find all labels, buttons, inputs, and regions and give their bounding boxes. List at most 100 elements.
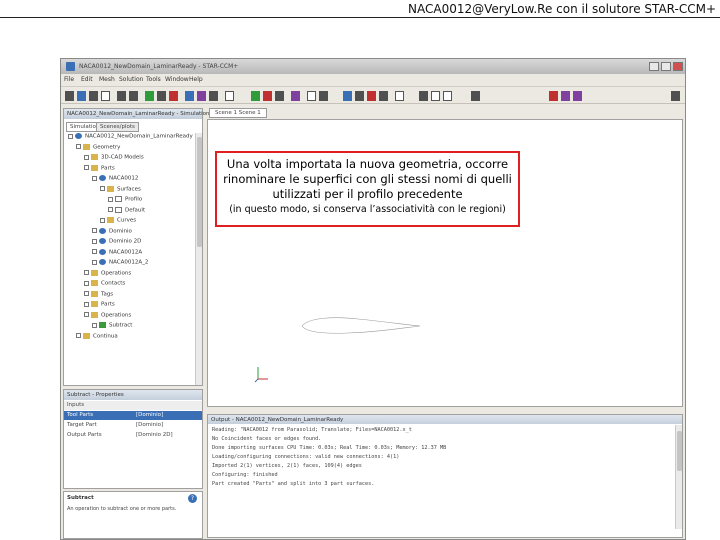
expand-toggle-icon[interactable] bbox=[100, 186, 105, 191]
tree-item[interactable]: Surfaces bbox=[100, 185, 141, 196]
property-row-tool-parts[interactable]: Tool Parts [Dominio] bbox=[64, 411, 202, 420]
tree-item-label: Operations bbox=[101, 312, 132, 318]
tree-item[interactable]: Parts bbox=[84, 164, 115, 175]
stop-icon[interactable] bbox=[169, 91, 178, 101]
view-icon[interactable] bbox=[291, 91, 300, 101]
delete-icon[interactable] bbox=[549, 91, 558, 101]
expand-toggle-icon[interactable] bbox=[92, 249, 97, 254]
expand-toggle-icon[interactable] bbox=[84, 280, 89, 286]
toolbar-menu-icon[interactable] bbox=[671, 91, 680, 101]
expand-toggle-icon[interactable] bbox=[92, 238, 97, 244]
tree-item[interactable]: Operations bbox=[84, 269, 131, 280]
pan-icon[interactable] bbox=[355, 91, 364, 101]
arrow-right-icon[interactable] bbox=[379, 91, 388, 101]
run-icon[interactable] bbox=[145, 91, 154, 101]
arrow-left-icon[interactable] bbox=[367, 91, 376, 101]
expand-toggle-icon[interactable] bbox=[92, 322, 97, 328]
tree-item[interactable]: Contacts bbox=[84, 280, 125, 290]
expand-toggle-icon[interactable] bbox=[92, 175, 97, 181]
bar-3-icon[interactable] bbox=[443, 91, 452, 101]
bar-2-icon[interactable] bbox=[431, 91, 440, 101]
expand-toggle-icon[interactable] bbox=[84, 312, 89, 317]
tree-item[interactable]: NACA0012A_2 bbox=[92, 259, 148, 269]
zoom-icon[interactable] bbox=[319, 91, 328, 101]
expand-toggle-icon[interactable] bbox=[108, 196, 113, 202]
app-icon bbox=[66, 62, 75, 71]
menu-tools[interactable]: Tools bbox=[146, 76, 161, 83]
menu-mesh[interactable]: Mesh bbox=[99, 76, 115, 83]
output-scrollbar-thumb[interactable] bbox=[677, 431, 682, 471]
help-icon[interactable]: ? bbox=[188, 494, 197, 503]
walk-icon[interactable] bbox=[561, 91, 570, 101]
expand-toggle-icon[interactable] bbox=[108, 207, 113, 212]
tree-item[interactable]: Geometry bbox=[76, 143, 120, 154]
new-icon[interactable] bbox=[65, 91, 74, 101]
pause-icon[interactable] bbox=[157, 91, 166, 101]
tree-item[interactable]: Operations bbox=[84, 311, 132, 322]
expand-toggle-icon[interactable] bbox=[92, 259, 97, 265]
menu-help[interactable]: Help bbox=[189, 76, 203, 83]
part-icon bbox=[99, 227, 106, 234]
tree-item[interactable]: Parts bbox=[84, 301, 115, 311]
maximize-button[interactable] bbox=[661, 62, 671, 71]
tree-scrollbar[interactable] bbox=[195, 133, 202, 385]
bar-1-icon[interactable] bbox=[419, 91, 428, 101]
tree-item[interactable]: NACA0012 bbox=[92, 175, 138, 185]
save-icon[interactable] bbox=[89, 91, 98, 101]
expand-toggle-icon[interactable] bbox=[92, 228, 97, 233]
menu-edit[interactable]: Edit bbox=[81, 76, 93, 83]
expand-toggle-icon[interactable] bbox=[68, 133, 73, 139]
select-icon[interactable] bbox=[307, 91, 316, 101]
tree-item-label: Profilo bbox=[125, 196, 143, 203]
tree-item[interactable]: NACA0012A bbox=[92, 248, 142, 259]
output-scrollbar[interactable] bbox=[675, 425, 682, 529]
redo-icon[interactable] bbox=[129, 91, 138, 101]
mesh-icon[interactable] bbox=[185, 91, 194, 101]
properties-group[interactable]: Inputs bbox=[64, 401, 202, 410]
expand-toggle-icon[interactable] bbox=[84, 291, 89, 296]
tree-item[interactable]: Profilo bbox=[108, 196, 142, 206]
open-icon[interactable] bbox=[77, 91, 86, 101]
tab-scenes-plots[interactable]: Scenes/plots bbox=[96, 122, 139, 132]
menu-window[interactable]: Window bbox=[165, 76, 189, 83]
walk-alt-icon[interactable] bbox=[573, 91, 582, 101]
clear-icon[interactable] bbox=[263, 91, 272, 101]
properties-panel: Subtract - Properties Inputs Tool Parts … bbox=[63, 389, 203, 489]
region-icon[interactable] bbox=[197, 91, 206, 101]
undo-icon[interactable] bbox=[117, 91, 126, 101]
scene-tab[interactable]: Scene 1 Scene 1 bbox=[209, 108, 267, 118]
tree-item-label: NACA0012A_2 bbox=[109, 259, 149, 266]
menu-solution[interactable]: Solution bbox=[119, 76, 143, 83]
tree-item[interactable]: Curves bbox=[100, 217, 136, 227]
tree-item[interactable]: Default bbox=[108, 206, 145, 217]
expand-toggle-icon[interactable] bbox=[84, 154, 89, 160]
fit-icon[interactable] bbox=[343, 91, 352, 101]
close-button[interactable] bbox=[673, 62, 683, 71]
expand-toggle-icon[interactable] bbox=[76, 144, 81, 149]
tree-item[interactable]: Tags bbox=[84, 290, 113, 301]
expand-toggle-icon[interactable] bbox=[84, 165, 89, 170]
tree-item[interactable]: Dominio bbox=[92, 227, 132, 238]
tree-item[interactable]: Dominio 2D bbox=[92, 238, 141, 248]
plot-icon[interactable] bbox=[225, 91, 234, 101]
expand-toggle-icon[interactable] bbox=[76, 333, 81, 338]
tree-item[interactable]: 3D-CAD Models bbox=[84, 154, 144, 164]
tree-scrollbar-thumb[interactable] bbox=[197, 137, 202, 247]
menu-file[interactable]: File bbox=[64, 76, 74, 83]
grid-icon[interactable] bbox=[471, 91, 480, 101]
frame-icon[interactable] bbox=[395, 91, 404, 101]
minimize-button[interactable] bbox=[649, 62, 659, 71]
tree-item-label: Parts bbox=[101, 301, 115, 308]
step-icon[interactable] bbox=[251, 91, 260, 101]
tree-item[interactable]: Subtract bbox=[92, 322, 132, 332]
scene-icon[interactable] bbox=[209, 91, 218, 101]
tree-item[interactable]: Continua bbox=[76, 332, 118, 343]
property-row-output-parts[interactable]: Output Parts [Dominio 2D] bbox=[64, 431, 202, 440]
expand-toggle-icon[interactable] bbox=[84, 270, 89, 275]
rotate-icon[interactable] bbox=[275, 91, 284, 101]
expand-toggle-icon[interactable] bbox=[100, 217, 105, 223]
tree-item[interactable]: NACA0012_NewDomain_LaminarReady bbox=[68, 133, 193, 143]
expand-toggle-icon[interactable] bbox=[84, 301, 89, 307]
property-row-target-part[interactable]: Target Part [Dominio] bbox=[64, 421, 202, 430]
print-icon[interactable] bbox=[101, 91, 110, 101]
